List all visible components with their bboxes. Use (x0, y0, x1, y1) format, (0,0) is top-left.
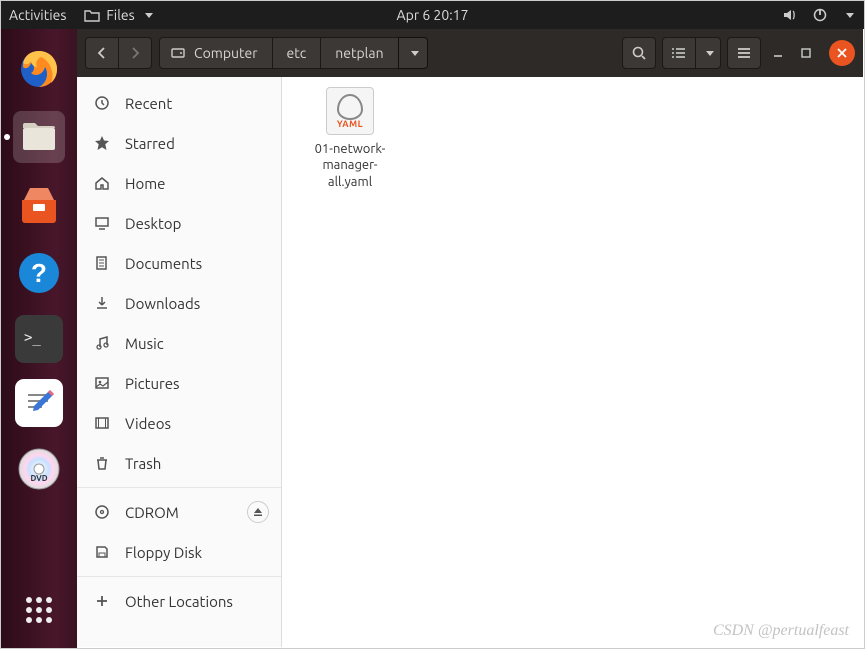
floppy-icon (93, 544, 111, 560)
files-header-bar: Computer etc netplan (77, 29, 863, 77)
sidebar-separator (77, 576, 281, 577)
dock-firefox[interactable] (13, 43, 65, 95)
folder-icon (84, 8, 100, 22)
view-dropdown[interactable] (695, 37, 721, 69)
sidebar-pictures[interactable]: Pictures (77, 363, 281, 403)
label: Other Locations (125, 593, 233, 610)
home-icon (93, 175, 111, 191)
dock-terminal[interactable]: >_ (15, 315, 63, 363)
svg-text:?: ? (31, 258, 47, 288)
path-etc[interactable]: etc (272, 37, 322, 69)
file-view[interactable]: YAML 01-network- manager- all.yaml (282, 77, 863, 647)
file-item-yaml[interactable]: YAML 01-network- manager- all.yaml (300, 87, 400, 190)
music-icon (93, 335, 111, 351)
label: Starred (125, 135, 175, 152)
documents-icon (93, 255, 111, 271)
sidebar-separator (77, 487, 281, 488)
maximize-button[interactable] (795, 42, 817, 64)
menu-icon (736, 46, 752, 60)
label: Desktop (125, 215, 181, 232)
plus-icon (93, 594, 111, 608)
disc-icon (93, 504, 111, 520)
label: CDROM (125, 504, 179, 521)
chevron-down-icon (411, 51, 419, 56)
drive-icon (170, 45, 186, 61)
downloads-icon (93, 295, 111, 311)
sidebar-trash[interactable]: Trash (77, 443, 281, 483)
back-button[interactable] (85, 37, 119, 69)
sidebar-starred[interactable]: Starred (77, 123, 281, 163)
gnome-top-bar: Activities Files Apr 6 20:17 (1, 1, 864, 29)
eject-button[interactable] (247, 501, 269, 523)
videos-icon (93, 415, 111, 431)
volume-icon (782, 7, 798, 23)
list-icon (671, 46, 687, 60)
path-root[interactable]: Computer (159, 37, 273, 69)
label: Music (125, 335, 164, 352)
close-button[interactable] (829, 40, 855, 66)
clock[interactable]: Apr 6 20:17 (397, 7, 469, 23)
desktop-icon (93, 215, 111, 231)
sidebar-recent[interactable]: Recent (77, 83, 281, 123)
view-list-button[interactable] (662, 37, 696, 69)
file-type-tag: YAML (337, 119, 363, 130)
power-icon (812, 7, 828, 23)
activities-button[interactable]: Activities (9, 7, 66, 23)
clock-icon (93, 95, 111, 111)
sidebar-floppy[interactable]: Floppy Disk (77, 532, 281, 572)
pictures-icon (93, 375, 111, 391)
search-icon (631, 45, 647, 61)
eject-icon (253, 507, 263, 517)
system-status-area[interactable] (782, 7, 854, 23)
label: Downloads (125, 295, 200, 312)
chevron-down-icon (145, 13, 153, 18)
search-button[interactable] (622, 37, 656, 69)
close-icon (836, 47, 848, 59)
star-icon (93, 135, 111, 151)
path-bar: Computer etc netplan (160, 37, 428, 69)
files-window: Computer etc netplan (77, 29, 863, 647)
sidebar-other-locations[interactable]: Other Locations (77, 581, 281, 621)
ubuntu-dock: ? >_ DVD (1, 29, 77, 648)
sidebar-home[interactable]: Home (77, 163, 281, 203)
svg-text:>_: >_ (24, 330, 41, 346)
path-dropdown[interactable] (398, 37, 428, 69)
sidebar-documents[interactable]: Documents (77, 243, 281, 283)
chevron-down-icon (706, 51, 714, 56)
app-menu-label: Files (106, 7, 134, 23)
chevron-down-icon (846, 13, 854, 18)
label: Recent (125, 95, 172, 112)
dock-dvd[interactable]: DVD (13, 443, 65, 495)
label: Pictures (125, 375, 180, 392)
file-thumb: YAML (326, 87, 374, 135)
dock-text-editor[interactable] (15, 379, 63, 427)
dock-help[interactable]: ? (13, 247, 65, 299)
dock-software[interactable] (13, 179, 65, 231)
path-netplan[interactable]: netplan (320, 37, 398, 69)
path-root-label: Computer (194, 45, 258, 61)
label: Videos (125, 415, 171, 432)
dock-files[interactable] (13, 111, 65, 163)
label: Documents (125, 255, 202, 272)
svg-text:DVD: DVD (30, 474, 47, 483)
minimize-button[interactable] (767, 42, 789, 64)
label: Home (125, 175, 165, 192)
label: Trash (125, 455, 161, 472)
sidebar-music[interactable]: Music (77, 323, 281, 363)
sidebar-cdrom[interactable]: CDROM (77, 492, 281, 532)
dock-show-apps[interactable] (13, 584, 65, 636)
label: Floppy Disk (125, 544, 202, 561)
app-menu[interactable]: Files (84, 7, 152, 23)
file-name: 01-network- manager- all.yaml (300, 141, 400, 190)
sidebar-desktop[interactable]: Desktop (77, 203, 281, 243)
trash-icon (93, 455, 111, 471)
places-sidebar: Recent Starred Home Desktop Documents Do… (77, 77, 282, 647)
sidebar-downloads[interactable]: Downloads (77, 283, 281, 323)
hamburger-menu[interactable] (727, 37, 761, 69)
forward-button[interactable] (118, 37, 152, 69)
sidebar-videos[interactable]: Videos (77, 403, 281, 443)
